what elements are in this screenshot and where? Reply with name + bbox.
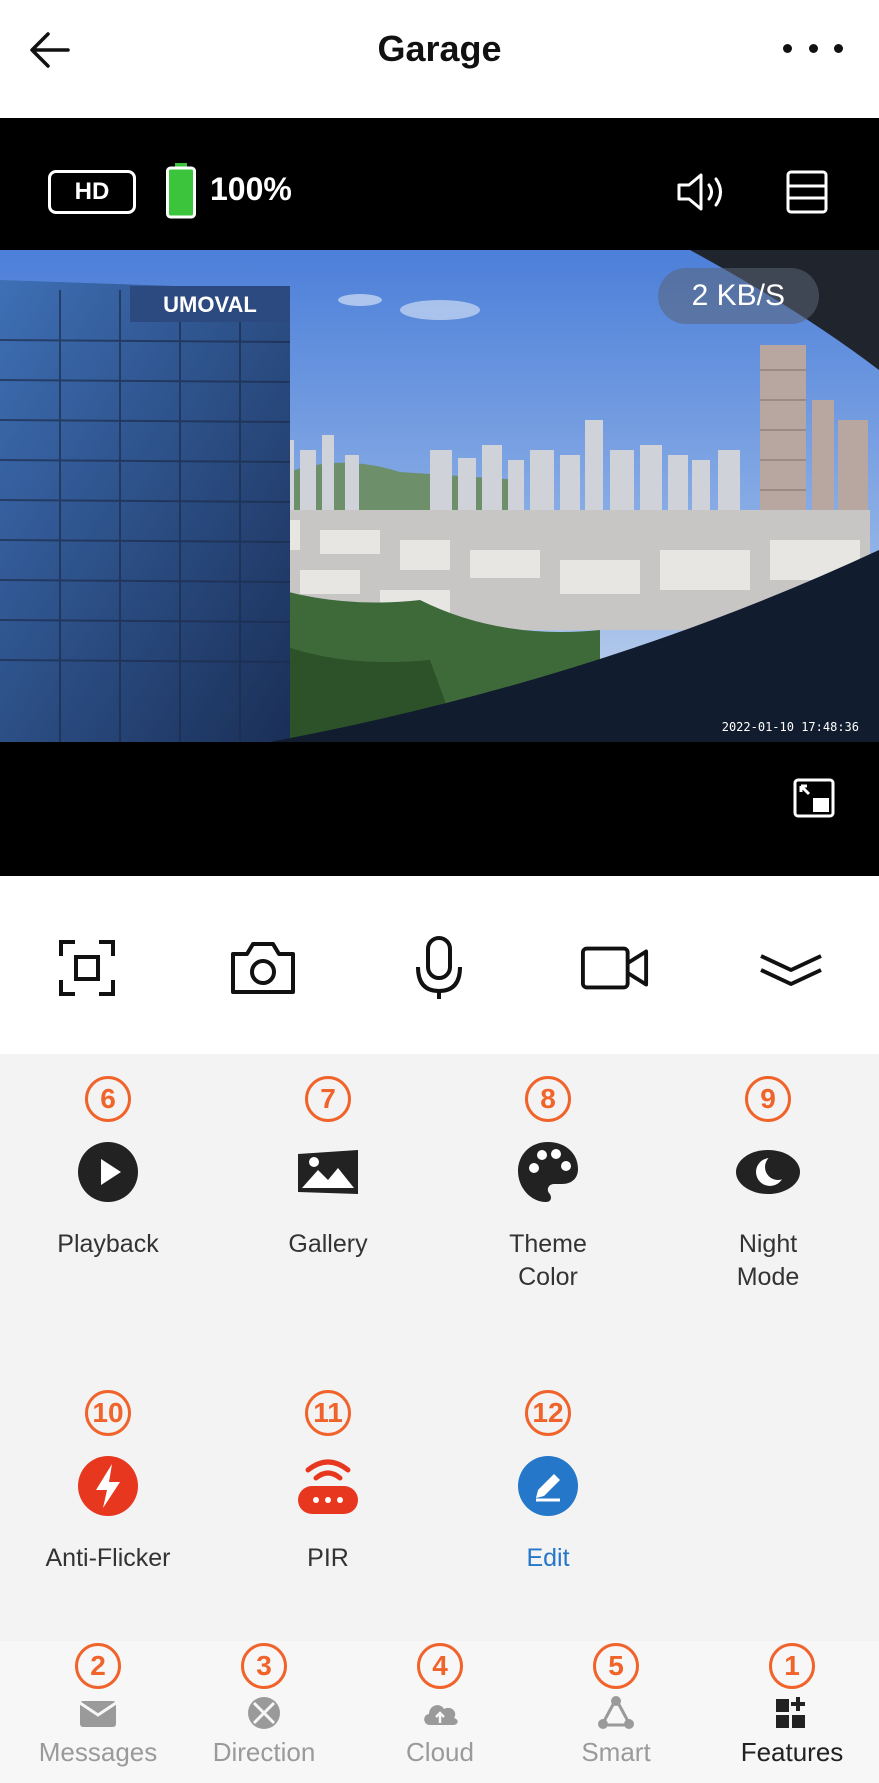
- feature-label: Playback: [57, 1230, 159, 1258]
- callout-number: 12: [525, 1390, 571, 1436]
- pir-sensor-icon: [298, 1459, 358, 1514]
- callout-number: 4: [417, 1643, 463, 1689]
- feature-pir[interactable]: 11 PIR: [218, 1390, 438, 1575]
- tab-smart[interactable]: 5 Smart: [528, 1641, 704, 1768]
- camera-icon: [231, 942, 295, 994]
- edit-icon: [518, 1456, 578, 1516]
- top-bar: Garage: [0, 0, 879, 118]
- smart-icon: [598, 1696, 634, 1729]
- callout-number: 3: [241, 1643, 287, 1689]
- tab-label: Direction: [212, 1737, 316, 1767]
- tab-cloud[interactable]: 4 Cloud: [352, 1641, 528, 1768]
- tab-label: Features: [740, 1737, 844, 1767]
- video-record-icon: [580, 946, 649, 990]
- tab-label: Smart: [581, 1737, 651, 1767]
- feature-label: PIR: [307, 1544, 349, 1572]
- callout-number: 10: [85, 1390, 131, 1436]
- tab-label: Cloud: [406, 1737, 474, 1767]
- tab-label: Messages: [38, 1737, 158, 1767]
- feature-label: Night Mode: [736, 1230, 800, 1291]
- record-button[interactable]: [580, 936, 650, 1000]
- direction-icon: [248, 1697, 280, 1729]
- collapse-button[interactable]: [756, 936, 826, 1000]
- fullscreen-icon: [59, 940, 115, 996]
- more-options-icon[interactable]: [783, 44, 843, 56]
- building-sign: UMOVAL: [163, 292, 257, 317]
- control-toolbar: [0, 876, 879, 1054]
- features-grid-icon: [776, 1697, 805, 1728]
- data-rate-badge: 2 KB/S: [657, 268, 819, 324]
- feature-anti-flicker[interactable]: 10 Anti-Flicker: [0, 1390, 218, 1575]
- layout-icon[interactable]: [786, 170, 828, 214]
- video-timestamp: 2022-01-10 17:48:36: [721, 720, 859, 734]
- feature-label: Theme Color: [509, 1230, 587, 1291]
- speaker-icon[interactable]: [675, 170, 731, 214]
- palette-icon: [518, 1142, 578, 1202]
- cloud-icon: [424, 1705, 458, 1725]
- talk-button[interactable]: [404, 936, 474, 1000]
- microphone-icon: [416, 936, 462, 999]
- bottom-tab-bar: 2 Messages 3 Direction 4 Cloud 5 Smart 1…: [0, 1641, 879, 1783]
- tab-messages[interactable]: 2 Messages: [10, 1641, 186, 1768]
- flash-icon: [78, 1456, 138, 1516]
- callout-number: 6: [85, 1076, 131, 1122]
- quality-toggle-button[interactable]: HD: [48, 170, 136, 214]
- feature-label: Edit: [526, 1544, 570, 1572]
- callout-number: 9: [745, 1076, 791, 1122]
- camera-feed: UMOVAL 2 KB/S 2022-01-10 17:48:36: [0, 250, 879, 742]
- page-title: Garage: [377, 28, 502, 69]
- fullscreen-button[interactable]: [52, 936, 122, 1000]
- callout-number: 11: [305, 1390, 351, 1436]
- feature-night-mode[interactable]: 9 Night Mode: [658, 1076, 878, 1294]
- gallery-icon: [298, 1150, 358, 1194]
- feature-label: Gallery: [288, 1230, 368, 1258]
- feature-theme-color[interactable]: 8 Theme Color: [438, 1076, 658, 1294]
- picture-in-picture-icon[interactable]: [793, 778, 835, 818]
- features-panel: 6 Playback 7 Gallery 8 Theme Color 9 Nig…: [0, 1054, 879, 1641]
- moon-icon: [736, 1150, 800, 1194]
- feature-edit[interactable]: 12 Edit: [438, 1390, 658, 1575]
- feature-playback[interactable]: 6 Playback: [0, 1076, 218, 1261]
- callout-number: 5: [593, 1643, 639, 1689]
- battery-icon: [166, 163, 196, 219]
- feature-gallery[interactable]: 7 Gallery: [218, 1076, 438, 1261]
- video-player[interactable]: HD 100% UMOVAL 2 KB/S 2022-01-10 17:48:3…: [0, 118, 879, 876]
- callout-number: 8: [525, 1076, 571, 1122]
- play-icon: [78, 1142, 138, 1202]
- feature-label: Anti-Flicker: [45, 1544, 171, 1572]
- tab-features[interactable]: 1 Features: [704, 1641, 879, 1768]
- battery-level: 100%: [210, 171, 292, 207]
- double-chevron-down-icon: [760, 954, 822, 986]
- envelope-icon: [79, 1701, 117, 1727]
- callout-number: 2: [75, 1643, 121, 1689]
- callout-number: 7: [305, 1076, 351, 1122]
- callout-number: 1: [769, 1643, 815, 1689]
- snapshot-button[interactable]: [228, 936, 298, 1000]
- tab-direction[interactable]: 3 Direction: [176, 1641, 352, 1768]
